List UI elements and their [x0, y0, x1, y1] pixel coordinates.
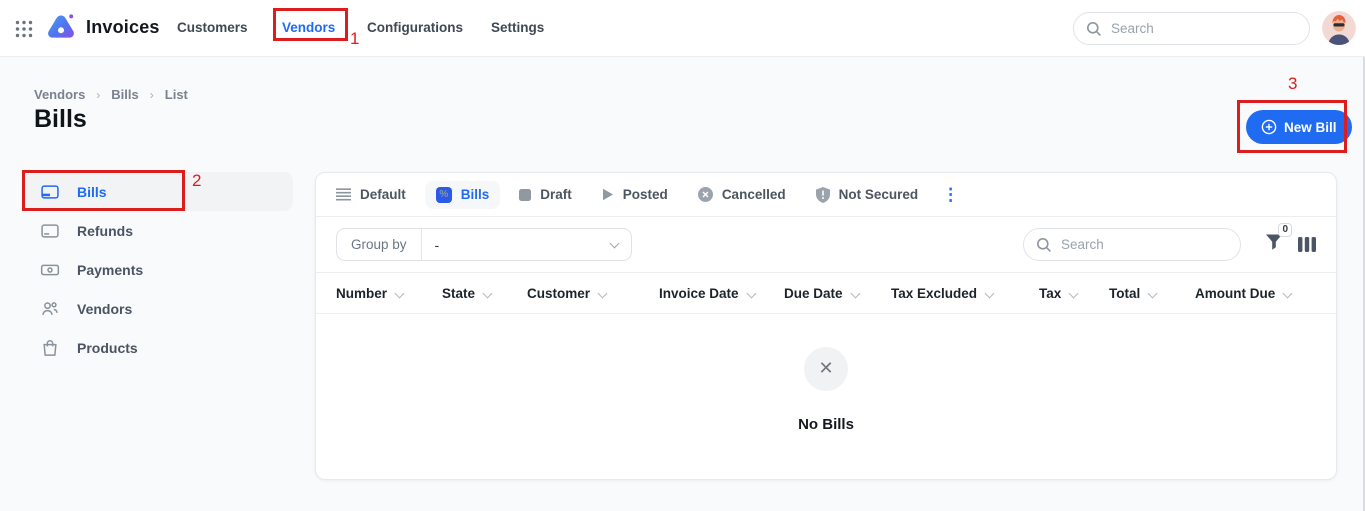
- apps-grid-icon[interactable]: [15, 20, 33, 38]
- annotation-label-3: 3: [1288, 74, 1298, 93]
- sidebar-item-refunds[interactable]: Refunds: [24, 211, 293, 250]
- filter-tab-not-secured[interactable]: Not Secured: [815, 186, 919, 203]
- table-header-row: Number State Customer Invoice Date Due D…: [316, 273, 1336, 314]
- sidebar-item-label: Products: [77, 339, 138, 356]
- group-by-value: -: [434, 236, 440, 253]
- chevron-down-icon: [1282, 288, 1293, 298]
- global-search-input[interactable]: [1111, 21, 1297, 36]
- top-navbar: Invoices Customers Vendors Configuration…: [0, 0, 1365, 57]
- sidebar-item-label: Vendors: [77, 300, 133, 317]
- global-search[interactable]: [1073, 12, 1310, 45]
- column-header-state[interactable]: State: [442, 286, 527, 301]
- nav-item-vendors[interactable]: Vendors: [282, 20, 335, 35]
- filter-count-badge: 0: [1278, 223, 1292, 237]
- list-search-input[interactable]: [1061, 237, 1238, 252]
- sidebar-item-products[interactable]: Products: [24, 328, 293, 367]
- refund-card-icon: [40, 221, 60, 241]
- shopping-bag-icon: [40, 338, 60, 358]
- close-icon: ✕: [804, 346, 848, 391]
- sidebar-item-bills[interactable]: Bills: [24, 172, 293, 211]
- chevron-down-icon: [597, 288, 608, 298]
- column-header-tax[interactable]: Tax: [1039, 286, 1109, 301]
- bill-card-icon: [40, 182, 60, 202]
- play-icon: [602, 188, 614, 201]
- chevron-down-icon: [984, 288, 995, 298]
- list-toolbar: Group by - 0: [316, 217, 1336, 273]
- sidebar: Bills Refunds Payments Vendors Products: [24, 172, 293, 367]
- search-icon: [1086, 21, 1102, 37]
- column-header-total[interactable]: Total: [1109, 286, 1195, 301]
- list-search[interactable]: [1023, 228, 1241, 261]
- filter-tab-label: Bills: [460, 187, 490, 202]
- new-bill-button[interactable]: New Bill: [1246, 110, 1352, 144]
- user-avatar[interactable]: [1322, 11, 1356, 45]
- filter-tab-label: Cancelled: [721, 187, 786, 202]
- chevron-down-icon: [1147, 288, 1158, 298]
- page-title: Bills: [34, 105, 87, 133]
- percent-badge-icon: %: [435, 186, 452, 203]
- bills-list-card: Default % Bills Draft Posted Cancelled N…: [315, 172, 1337, 480]
- filter-tab-draft[interactable]: Draft: [519, 187, 572, 202]
- filter-tab-bills[interactable]: % Bills: [424, 180, 501, 209]
- search-icon: [1036, 237, 1052, 253]
- group-by-select[interactable]: Group by -: [336, 228, 632, 261]
- column-header-due-date[interactable]: Due Date: [784, 286, 891, 301]
- column-header-tax-excluded[interactable]: Tax Excluded: [891, 286, 1039, 301]
- more-filters-kebab-icon[interactable]: ⋮: [942, 186, 959, 203]
- sidebar-item-label: Bills: [77, 183, 107, 200]
- chevron-down-icon: [850, 288, 860, 298]
- chevron-down-icon: [482, 288, 493, 298]
- columns-icon[interactable]: [1298, 237, 1316, 252]
- chevron-down-icon: [394, 288, 405, 298]
- filter-tab-label: Posted: [622, 187, 668, 202]
- sidebar-item-vendors[interactable]: Vendors: [24, 289, 293, 328]
- nav-item-configurations[interactable]: Configurations: [367, 20, 463, 35]
- shield-alert-icon: [815, 186, 830, 203]
- sidebar-item-label: Refunds: [77, 222, 133, 239]
- group-by-label: Group by: [337, 229, 422, 260]
- chevron-right-icon: ›: [149, 87, 154, 102]
- breadcrumb-vendors[interactable]: Vendors: [34, 87, 85, 102]
- column-header-customer[interactable]: Customer: [527, 286, 659, 301]
- chevron-down-icon: [746, 288, 756, 298]
- nav-item-customers[interactable]: Customers: [177, 20, 248, 35]
- filters-button[interactable]: 0: [1265, 223, 1292, 256]
- people-icon: [40, 299, 60, 319]
- banknote-icon: [40, 260, 60, 280]
- lines-icon: [336, 188, 351, 201]
- chevron-right-icon: ›: [96, 87, 101, 102]
- square-icon: [519, 188, 532, 201]
- filter-tabs: Default % Bills Draft Posted Cancelled N…: [316, 173, 1336, 217]
- new-bill-button-label: New Bill: [1284, 119, 1337, 135]
- breadcrumb-list[interactable]: List: [165, 87, 188, 102]
- column-header-number[interactable]: Number: [336, 286, 442, 301]
- filter-tab-label: Default: [360, 187, 406, 202]
- filter-tab-label: Not Secured: [838, 187, 919, 202]
- plus-circle-icon: [1261, 119, 1277, 135]
- circle-x-icon: [697, 187, 713, 202]
- column-header-invoice-date[interactable]: Invoice Date: [659, 286, 784, 301]
- sidebar-item-payments[interactable]: Payments: [24, 250, 293, 289]
- filter-tab-posted[interactable]: Posted: [602, 187, 668, 202]
- chevron-down-icon: [1068, 288, 1079, 298]
- filter-tab-default[interactable]: Default: [336, 187, 406, 202]
- breadcrumb: Vendors › Bills › List: [34, 87, 188, 102]
- empty-state-message: No Bills: [798, 415, 854, 433]
- breadcrumb-bills[interactable]: Bills: [111, 87, 138, 102]
- sidebar-item-label: Payments: [77, 261, 144, 278]
- app-logo-icon[interactable]: [44, 11, 78, 45]
- nav-item-settings[interactable]: Settings: [491, 20, 544, 35]
- filter-tab-cancelled[interactable]: Cancelled: [697, 187, 786, 202]
- column-header-amount-due[interactable]: Amount Due: [1195, 286, 1315, 301]
- app-title: Invoices: [86, 17, 160, 37]
- chevron-down-icon: [609, 238, 620, 248]
- filter-tab-label: Draft: [540, 187, 572, 202]
- empty-state: ✕ No Bills: [316, 314, 1336, 479]
